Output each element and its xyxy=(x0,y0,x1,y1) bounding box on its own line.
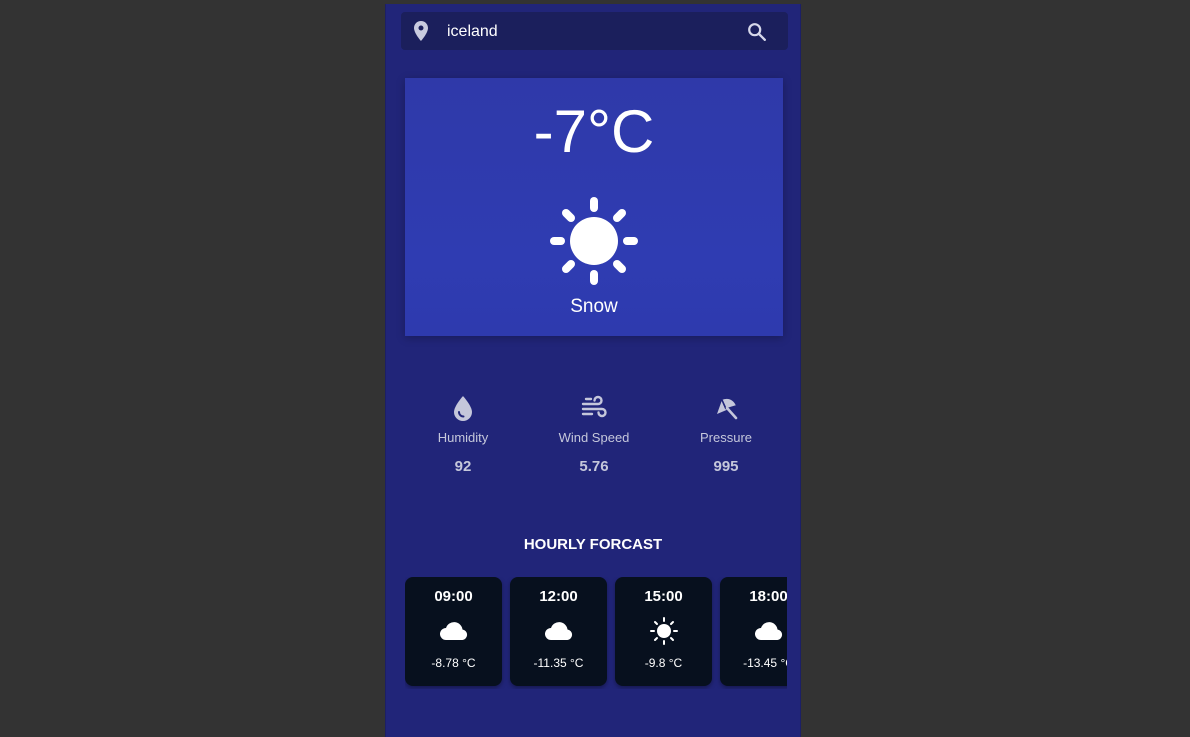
water-drop-icon xyxy=(454,396,472,421)
sun-icon xyxy=(550,197,638,285)
hour-temperature: -13.45 °C xyxy=(743,656,787,670)
search-input[interactable] xyxy=(447,22,727,42)
hour-temperature: -11.35 °C xyxy=(533,656,584,670)
hour-card[interactable]: 18:00 -13.45 °C xyxy=(720,577,787,686)
hour-card[interactable]: 15:00 -9.8 °C xyxy=(615,577,712,686)
current-weather-card: -7°C Snow xyxy=(405,78,783,336)
hour-card[interactable]: 12:00 -11.35 °C xyxy=(510,577,607,686)
hour-temperature: -9.8 °C xyxy=(644,656,683,670)
stat-value: 995 xyxy=(713,458,739,475)
current-temperature: -7°C xyxy=(533,98,655,165)
search-bar xyxy=(401,12,788,50)
weather-stats: Humidity 92 Wind Speed 5.76 Pressure 995 xyxy=(386,394,802,484)
stat-wind-speed: Wind Speed 5.76 xyxy=(534,394,654,475)
stat-label: Wind Speed xyxy=(558,430,630,445)
hour-time: 18:00 xyxy=(749,588,787,605)
stat-value: 92 xyxy=(454,458,472,475)
hour-card[interactable]: 09:00 -8.78 °C xyxy=(405,577,502,686)
cloud-icon xyxy=(545,622,573,640)
search-icon[interactable] xyxy=(746,21,768,43)
location-pin-icon xyxy=(414,21,428,41)
weather-app: -7°C Snow Humidity 92 xyxy=(385,4,801,737)
hourly-forecast-list[interactable]: 09:00 -8.78 °C 12:00 -11.35 °C 15:00 -9.… xyxy=(405,577,787,689)
stat-label: Humidity xyxy=(437,430,489,445)
hour-temperature: -8.78 °C xyxy=(431,656,476,670)
stat-label: Pressure xyxy=(699,430,753,445)
stat-value: 5.76 xyxy=(579,458,609,475)
stat-pressure: Pressure 995 xyxy=(666,394,786,475)
umbrella-icon xyxy=(717,398,738,420)
stat-humidity: Humidity 92 xyxy=(403,394,523,475)
weather-condition: Snow xyxy=(570,296,618,317)
hour-time: 15:00 xyxy=(644,588,683,605)
wind-icon xyxy=(581,395,607,418)
hourly-forecast-title: HOURLY FORCAST xyxy=(523,536,663,553)
hour-time: 09:00 xyxy=(434,588,473,605)
hour-time: 12:00 xyxy=(539,588,578,605)
cloud-icon xyxy=(755,622,783,640)
sun-icon xyxy=(650,617,678,645)
cloud-icon xyxy=(440,622,468,640)
